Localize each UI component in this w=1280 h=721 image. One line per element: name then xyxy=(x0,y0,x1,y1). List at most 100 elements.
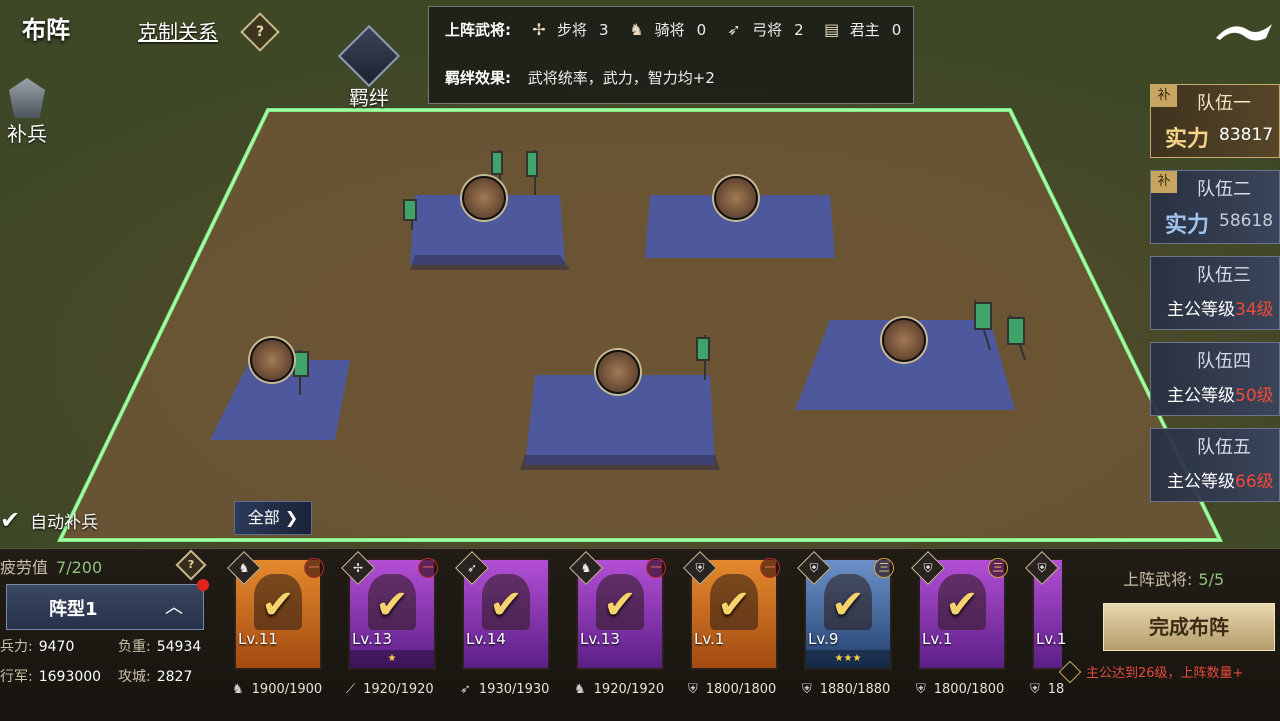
troop-count: ♞ 1920/1920 xyxy=(574,682,665,697)
diamond-icon xyxy=(1058,660,1082,683)
horse-icon: ♞ xyxy=(574,682,586,697)
general-portrait[interactable] xyxy=(882,318,926,362)
lord-count: 0 xyxy=(891,20,902,39)
troop-count: ⛨ 1800/1800 xyxy=(688,682,777,697)
bond-effect-text: 武将统率，武力，智力均+2 xyxy=(527,69,715,87)
checkmark-icon: ✔ xyxy=(0,506,21,534)
force-label: 兵力: xyxy=(0,639,33,655)
general-level: Lv.13 xyxy=(580,630,620,648)
general-level: Lv.1 xyxy=(1036,630,1067,648)
archer-icon: ➶ xyxy=(727,19,741,39)
fatigue-value: 7/200 xyxy=(56,558,103,577)
reinforce-tag: 补 xyxy=(1151,171,1177,193)
team-tab-4[interactable]: 队伍四 主公等级50级 xyxy=(1150,342,1280,416)
bond-icon xyxy=(337,24,401,88)
archer-count: 2 xyxy=(794,20,804,39)
siege-value: 2827 xyxy=(156,669,193,685)
bond-button[interactable]: 羁绊 xyxy=(334,24,404,110)
all-generals-button[interactable]: 全部 ❯ xyxy=(234,501,312,535)
infantry-label: 步将 xyxy=(557,21,588,39)
reinforce-tag: 补 xyxy=(1151,85,1177,107)
general-level: Lv.11 xyxy=(238,630,278,648)
general-portrait[interactable] xyxy=(596,350,640,394)
general-level: Lv.1 xyxy=(922,630,953,648)
general-card[interactable]: ✢ 一 ✔ Lv.13 ★ xyxy=(341,551,438,670)
unlock-requirement: 主公等级50级 xyxy=(1167,386,1274,406)
level-up-notice: 主公达到26级，上阵数量+ xyxy=(1058,660,1244,683)
page-title: 布阵 xyxy=(22,16,70,44)
selected-check-icon: ✔ xyxy=(489,582,523,628)
shield-icon: ⛨ xyxy=(802,682,812,697)
unlock-requirement: 主公等级66级 xyxy=(1167,472,1274,492)
team-tab-1[interactable]: 补 队伍一 实力 83817 xyxy=(1150,84,1280,158)
force-value: 9470 xyxy=(38,639,75,655)
general-level: Lv.14 xyxy=(466,630,506,648)
auto-supply-toggle[interactable]: ✔ 自动补兵 xyxy=(0,506,98,534)
general-card[interactable]: ⛨ 三 ✔ Lv.1 xyxy=(911,551,1008,670)
formation-select[interactable]: 阵型1 ︿ xyxy=(6,579,209,630)
horse-icon: ♞ xyxy=(232,682,244,697)
soldiers-icon xyxy=(9,78,45,118)
general-card[interactable]: ⛨ Lv.1 xyxy=(1025,551,1066,670)
reinforce-button[interactable]: 补兵 xyxy=(0,78,54,147)
general-portrait[interactable] xyxy=(714,176,758,220)
load-label: 负重: xyxy=(118,639,151,655)
troop-count: ⛨ 18 xyxy=(1030,682,1065,697)
rank-badge: 一 xyxy=(418,558,438,578)
infantry-icon: ✢ xyxy=(532,19,546,39)
star-rating: ★ xyxy=(350,650,434,668)
team-tab-5[interactable]: 队伍五 主公等级66级 xyxy=(1150,428,1280,502)
cavalry-count: 0 xyxy=(696,20,707,39)
general-card[interactable]: ➶ ✔ Lv.14 xyxy=(455,551,550,670)
march-label: 行军: xyxy=(0,669,33,685)
power-value: 83817 xyxy=(1219,125,1274,145)
all-button-label: 全部 xyxy=(247,508,280,527)
troop-count: ⛨ 1880/1880 xyxy=(802,682,891,697)
selected-check-icon: ✔ xyxy=(261,582,295,628)
troop-count: ⟋ 1920/1920 xyxy=(346,682,434,697)
rank-badge: 三 xyxy=(988,558,1008,578)
selected-check-icon: ✔ xyxy=(945,582,979,628)
archer-label: 弓将 xyxy=(752,21,783,39)
rank-badge: 一 xyxy=(760,558,780,578)
rank-badge: 一 xyxy=(304,558,324,578)
team-tab-3[interactable]: 队伍三 主公等级34级 xyxy=(1150,256,1280,330)
general-card[interactable]: ⛨ 一 ✔ Lv.1 xyxy=(683,551,780,670)
complete-formation-button[interactable]: 完成布阵 xyxy=(1103,603,1275,651)
chevron-up-icon: ︿ xyxy=(165,597,183,618)
team-name: 队伍三 xyxy=(1197,265,1251,286)
general-card[interactable]: ♞ 一 ✔ Lv.13 xyxy=(569,551,666,670)
selected-check-icon: ✔ xyxy=(831,582,865,628)
notification-dot xyxy=(197,579,209,591)
rank-badge: 一 xyxy=(646,558,666,578)
general-portrait[interactable] xyxy=(462,176,506,220)
lord-label: 君主 xyxy=(849,21,880,39)
unlock-requirement: 主公等级34级 xyxy=(1167,300,1274,320)
selected-check-icon: ✔ xyxy=(603,582,637,628)
fatigue-indicator: 疲劳值 7/200 xyxy=(0,554,102,578)
deployed-label: 上阵武将: xyxy=(445,21,511,39)
power-label: 实力 xyxy=(1165,212,1210,238)
shield-icon: ⛨ xyxy=(688,682,698,697)
spear-icon: ⟋ xyxy=(346,682,356,697)
team-name: 队伍一 xyxy=(1197,93,1251,114)
general-card[interactable]: ♞ 一 ✔ Lv.11 xyxy=(227,551,324,670)
deploy-value: 5/5 xyxy=(1198,570,1225,589)
team-list: 补 队伍一 实力 83817 补 队伍二 实力 58618 队伍三 主公等级34… xyxy=(1150,84,1280,514)
selected-check-icon: ✔ xyxy=(717,582,751,628)
general-portrait[interactable] xyxy=(250,338,294,382)
deploy-label: 上阵武将: xyxy=(1123,570,1193,589)
troop-count: ♞ 1900/1900 xyxy=(232,682,323,697)
siege-label: 攻城: xyxy=(118,669,151,685)
deploy-count: 上阵武将: 5/5 xyxy=(1123,566,1224,590)
bow-icon: ➶ xyxy=(460,682,471,697)
counter-relation-link[interactable]: 克制关系 xyxy=(138,16,218,45)
bond-effect-label: 羁绊效果: xyxy=(445,69,511,87)
general-level: Lv.13 xyxy=(352,630,392,648)
rank-badge: 三 xyxy=(874,558,894,578)
dragon-logo-icon[interactable] xyxy=(1214,18,1274,44)
team-tab-2[interactable]: 补 队伍二 实力 58618 xyxy=(1150,170,1280,244)
team-name: 队伍四 xyxy=(1197,351,1251,372)
general-card[interactable]: ⛨ 三 ✔ Lv.9 ★★★ xyxy=(797,551,894,670)
notice-text: 主公达到26级，上阵数量+ xyxy=(1086,666,1244,681)
